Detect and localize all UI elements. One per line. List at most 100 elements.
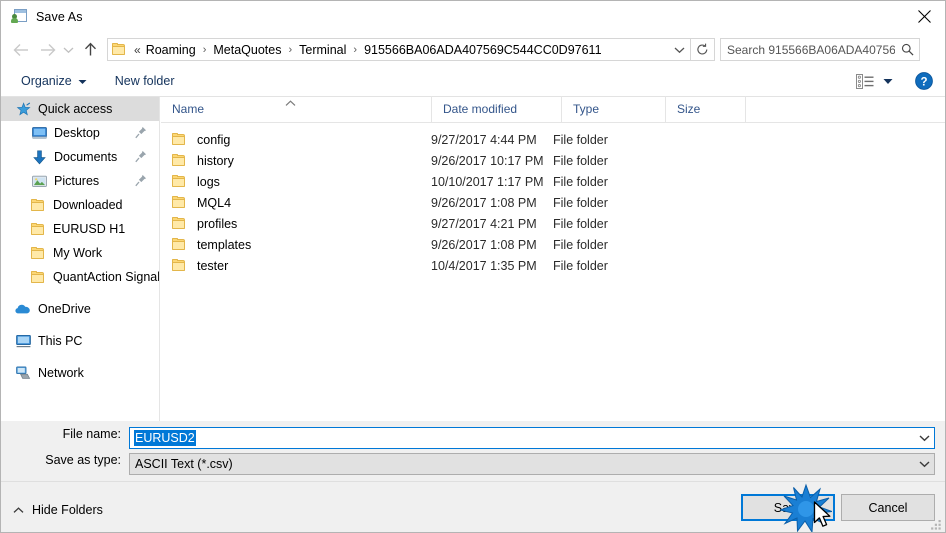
folder-icon	[172, 216, 188, 231]
file-type: File folder	[553, 216, 608, 231]
refresh-icon[interactable]	[690, 39, 714, 60]
new-folder-label: New folder	[114, 74, 175, 88]
table-row[interactable]: templates 9/26/2017 1:08 PM File folder	[161, 234, 945, 255]
file-type: File folder	[553, 132, 608, 147]
column-header-date-modified[interactable]: Date modified	[431, 96, 561, 122]
recent-locations-chevron-down-icon[interactable]	[59, 38, 77, 62]
sidebar-item-my-work[interactable]: My Work	[1, 241, 159, 265]
thispc-icon	[15, 333, 31, 349]
window-title: Save As	[36, 10, 83, 24]
breadcrumb-terminal-id[interactable]: 915566BA06ADA407569C544CC0D97611	[362, 43, 603, 57]
sidebar-item-documents[interactable]: Documents	[1, 145, 159, 169]
file-list-pane: Name Date modified Type Size config 9/27…	[161, 96, 945, 421]
file-name-value: EURUSD2	[134, 430, 196, 446]
file-date-modified: 10/4/2017 1:35 PM	[431, 258, 537, 273]
cancel-button-label: Cancel	[868, 500, 908, 515]
file-name-cell: MQL4	[161, 195, 431, 210]
column-header-name[interactable]: Name	[161, 96, 431, 122]
sidebar-item-label: Desktop	[54, 126, 100, 140]
sidebar-item-downloaded[interactable]: Downloaded	[1, 193, 159, 217]
navigation-pane: Quick access Desktop Documents Pictures …	[1, 97, 160, 421]
file-type: File folder	[553, 195, 608, 210]
save-button[interactable]: Save	[741, 494, 835, 521]
organize-label: Organize	[21, 74, 72, 88]
column-header-label: Type	[573, 102, 600, 116]
table-row[interactable]: config 9/27/2017 4:44 PM File folder	[161, 129, 945, 150]
file-name: MQL4	[197, 195, 232, 210]
column-header-type[interactable]: Type	[561, 96, 665, 122]
table-row[interactable]: profiles 9/27/2017 4:21 PM File folder	[161, 213, 945, 234]
sidebar-item-desktop[interactable]: Desktop	[1, 121, 159, 145]
sidebar-item-quick-access[interactable]: Quick access	[1, 97, 159, 121]
file-name: config	[197, 132, 231, 147]
file-date-modified: 9/27/2017 4:44 PM	[431, 132, 537, 147]
file-name-cell: logs	[161, 174, 431, 189]
search-input[interactable]	[721, 42, 895, 57]
desktop-icon	[31, 125, 47, 141]
table-row[interactable]: history 9/26/2017 10:17 PM File folder	[161, 150, 945, 171]
breadcrumb-roaming[interactable]: Roaming	[144, 43, 198, 57]
sidebar-item-label: This PC	[38, 334, 83, 348]
sidebar-item-label: Pictures	[54, 174, 100, 188]
search-icon[interactable]	[895, 43, 919, 56]
forward-arrow-icon[interactable]	[35, 38, 59, 62]
folder-icon	[172, 174, 188, 189]
sidebar-item-label: My Work	[53, 246, 103, 260]
file-name: logs	[197, 174, 220, 189]
save-as-type-value: ASCII Text (*.csv)	[135, 457, 233, 471]
address-chevron-down-icon[interactable]	[668, 39, 690, 60]
column-header-size[interactable]: Size	[665, 96, 745, 122]
column-header-row: Name Date modified Type Size	[161, 96, 945, 123]
file-date-modified: 9/27/2017 4:21 PM	[431, 216, 537, 231]
file-name-input[interactable]: EURUSD2	[129, 427, 935, 449]
organize-button[interactable]: Organize	[15, 70, 93, 92]
list-view-icon[interactable]	[856, 73, 874, 89]
file-name: tester	[197, 258, 229, 273]
svg-text:?: ?	[920, 76, 927, 88]
folder-icon	[112, 42, 128, 57]
sidebar-item-onedrive[interactable]: OneDrive	[1, 297, 159, 321]
sidebar-item-eurusd-h1[interactable]: EURUSD H1	[1, 217, 159, 241]
address-bar[interactable]: « Roaming › MetaQuotes › Terminal › 9155…	[107, 38, 715, 61]
breadcrumb-metaquotes[interactable]: MetaQuotes	[211, 43, 283, 57]
save-as-dialog: Save As « Roaming › MetaQuotes › Termina…	[0, 0, 946, 533]
close-icon[interactable]	[901, 1, 945, 32]
pin-icon[interactable]	[135, 150, 147, 163]
help-icon[interactable]: ?	[915, 72, 933, 90]
breadcrumb-terminal[interactable]: Terminal	[297, 43, 348, 57]
sidebar-item-this-pc[interactable]: This PC	[1, 329, 159, 353]
search-box[interactable]	[720, 38, 920, 61]
chevron-down-icon	[78, 74, 87, 88]
title-bar: Save As	[1, 1, 945, 33]
pin-icon[interactable]	[135, 126, 147, 139]
save-as-type-row: Save as type:	[1, 453, 121, 467]
file-name-cell: profiles	[161, 216, 431, 231]
sidebar-item-label: QuantAction Signal	[53, 270, 160, 284]
sidebar-item-quantaction-signal[interactable]: QuantAction Signal	[1, 265, 159, 289]
file-type: File folder	[553, 174, 608, 189]
file-name: templates	[197, 237, 252, 252]
table-row[interactable]: MQL4 9/26/2017 1:08 PM File folder	[161, 192, 945, 213]
table-row[interactable]: logs 10/10/2017 1:17 PM File folder	[161, 171, 945, 192]
save-as-type-chevron-down-icon[interactable]	[914, 460, 934, 468]
onedrive-icon	[15, 301, 31, 317]
save-as-type-dropdown[interactable]: ASCII Text (*.csv)	[129, 453, 935, 475]
sidebar-item-pictures[interactable]: Pictures	[1, 169, 159, 193]
breadcrumb-overflow[interactable]: «	[132, 43, 144, 57]
pin-icon[interactable]	[135, 174, 147, 187]
pictures-icon	[31, 173, 47, 189]
up-arrow-icon[interactable]	[78, 38, 102, 62]
folder-icon	[31, 270, 46, 284]
sidebar-item-label: Quick access	[38, 102, 113, 116]
back-arrow-icon[interactable]	[9, 38, 33, 62]
view-chevron-down-icon[interactable]	[883, 74, 893, 88]
table-row[interactable]: tester 10/4/2017 1:35 PM File folder	[161, 255, 945, 276]
new-folder-button[interactable]: New folder	[109, 70, 181, 92]
cancel-button[interactable]: Cancel	[841, 494, 935, 521]
file-name-chevron-down-icon[interactable]	[914, 434, 934, 442]
sidebar-item-network[interactable]: Network	[1, 361, 159, 385]
hide-folders-button[interactable]: Hide Folders	[13, 503, 103, 517]
column-header-label: Size	[677, 102, 701, 116]
